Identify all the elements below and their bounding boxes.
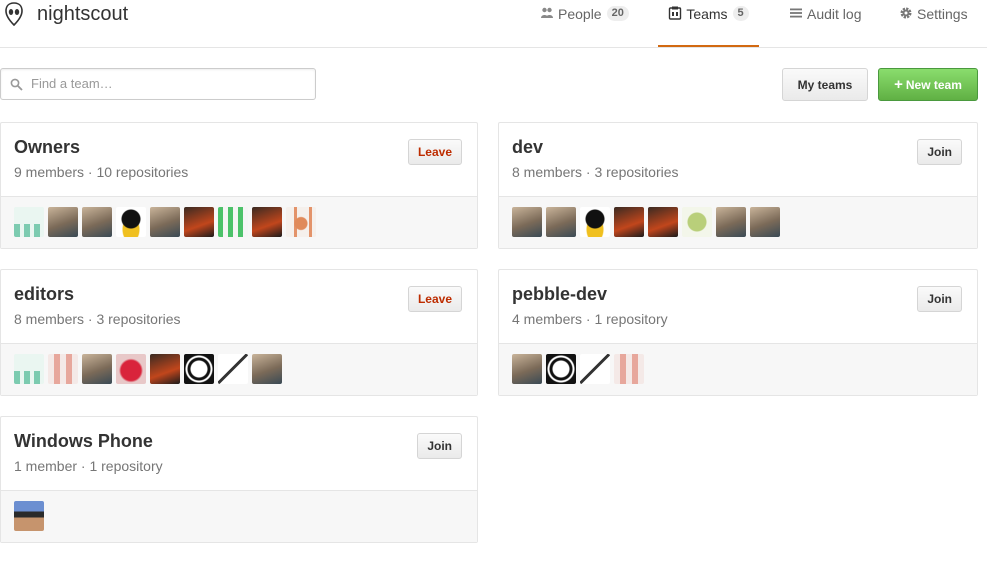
top-bar: nightscout People 20 Teams 5 Audit log S… <box>0 0 987 48</box>
avatar-list <box>14 207 320 237</box>
org-logo-icon[interactable] <box>4 2 24 26</box>
avatar[interactable] <box>48 207 78 237</box>
avatar[interactable] <box>512 354 542 384</box>
team-card-editors: editors 8 members · 3 repositories Leave <box>0 269 478 396</box>
new-team-label: New team <box>905 77 962 92</box>
avatar[interactable] <box>150 354 180 384</box>
join-team-button[interactable]: Join <box>917 286 962 312</box>
find-team-search[interactable] <box>0 68 316 100</box>
avatar[interactable] <box>614 207 644 237</box>
avatar[interactable] <box>750 207 780 237</box>
my-teams-button[interactable]: My teams <box>782 68 868 101</box>
tab-teams-label: Teams <box>686 6 728 22</box>
avatar[interactable] <box>82 354 112 384</box>
team-card-dev: dev 8 members · 3 repositories Join <box>498 122 978 249</box>
teams-icon <box>669 6 682 20</box>
team-meta: 1 member · 1 repository <box>14 458 163 474</box>
people-count-badge: 20 <box>606 6 629 21</box>
team-name[interactable]: Windows Phone <box>14 431 153 452</box>
avatar[interactable] <box>82 207 112 237</box>
avatar[interactable] <box>218 354 248 384</box>
team-card-pebble-dev: pebble-dev 4 members · 1 repository Join <box>498 269 978 396</box>
avatar[interactable] <box>252 207 282 237</box>
team-card-windows-phone: Windows Phone 1 member · 1 repository Jo… <box>0 416 478 543</box>
avatar-list <box>14 354 286 384</box>
org-name[interactable]: nightscout <box>37 3 128 26</box>
find-team-input[interactable] <box>29 75 303 92</box>
tab-teams[interactable]: Teams 5 <box>658 0 759 47</box>
list-icon <box>790 8 802 18</box>
avatar[interactable] <box>14 354 44 384</box>
avatar[interactable] <box>150 207 180 237</box>
avatar[interactable] <box>716 207 746 237</box>
team-name[interactable]: pebble-dev <box>512 284 607 305</box>
team-meta: 8 members · 3 repositories <box>512 164 679 180</box>
avatar[interactable] <box>116 354 146 384</box>
team-meta: 9 members · 10 repositories <box>14 164 189 180</box>
team-card-owners: Owners 9 members · 10 repositories Leave <box>0 122 478 249</box>
team-members-strip <box>1 343 477 395</box>
avatar-list <box>14 501 48 531</box>
avatar[interactable] <box>184 207 214 237</box>
leave-team-button[interactable]: Leave <box>407 286 462 312</box>
join-team-button[interactable]: Join <box>417 433 462 459</box>
avatar-list <box>512 354 648 384</box>
avatar[interactable] <box>614 354 644 384</box>
team-meta: 8 members · 3 repositories <box>14 311 181 327</box>
join-team-button[interactable]: Join <box>917 139 962 165</box>
team-name[interactable]: editors <box>14 284 74 305</box>
avatar-list <box>512 207 784 237</box>
avatar[interactable] <box>14 207 44 237</box>
tab-audit-log[interactable]: Audit log <box>789 0 861 47</box>
avatar[interactable] <box>218 207 248 237</box>
avatar[interactable] <box>580 354 610 384</box>
search-icon <box>10 78 23 91</box>
avatar[interactable] <box>14 501 44 531</box>
avatar[interactable] <box>286 207 316 237</box>
team-meta: 4 members · 1 repository <box>512 311 668 327</box>
avatar[interactable] <box>682 207 712 237</box>
avatar[interactable] <box>184 354 214 384</box>
team-members-strip <box>1 196 477 248</box>
leave-team-button[interactable]: Leave <box>407 139 462 165</box>
tab-people[interactable]: People 20 <box>540 0 629 47</box>
team-name[interactable]: dev <box>512 137 543 158</box>
tab-settings-label: Settings <box>917 6 968 22</box>
avatar[interactable] <box>252 354 282 384</box>
avatar[interactable] <box>648 207 678 237</box>
teams-count-badge: 5 <box>732 6 749 21</box>
team-members-strip <box>499 196 977 248</box>
people-icon <box>541 7 553 18</box>
tab-audit-log-label: Audit log <box>807 6 862 22</box>
avatar[interactable] <box>546 207 576 237</box>
gear-icon <box>900 7 912 19</box>
team-members-strip <box>1 490 477 542</box>
new-team-button[interactable]: + New team <box>878 68 978 101</box>
avatar[interactable] <box>512 207 542 237</box>
avatar[interactable] <box>116 207 146 237</box>
plus-icon: + <box>894 75 903 93</box>
tab-settings[interactable]: Settings <box>899 0 968 47</box>
avatar[interactable] <box>580 207 610 237</box>
avatar[interactable] <box>546 354 576 384</box>
avatar[interactable] <box>48 354 78 384</box>
tab-people-label: People <box>558 6 602 22</box>
team-members-strip <box>499 343 977 395</box>
team-name[interactable]: Owners <box>14 137 80 158</box>
